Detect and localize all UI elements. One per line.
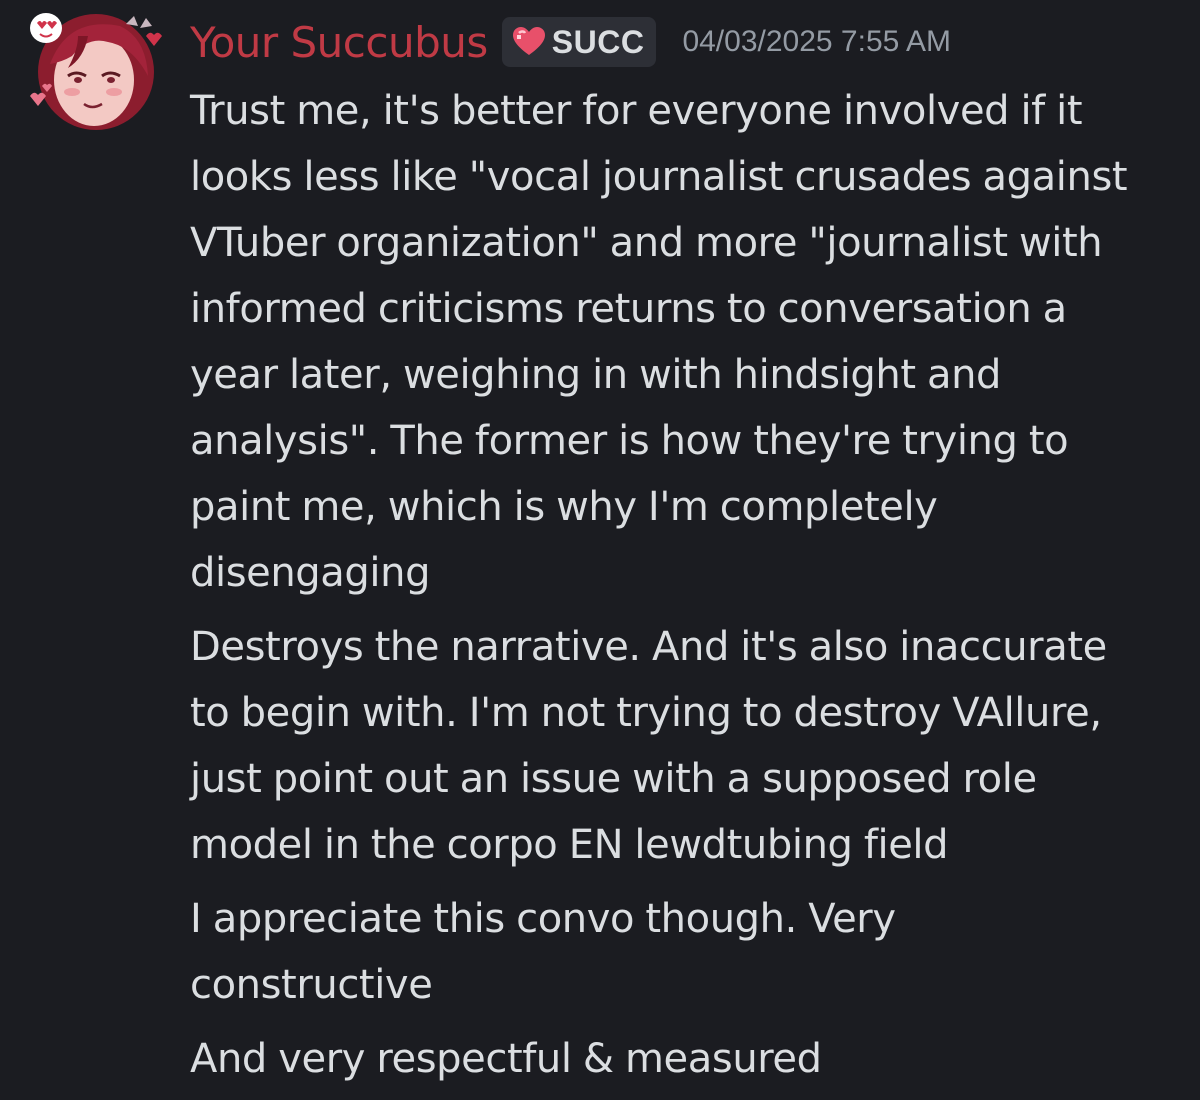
author-name[interactable]: Your Succubus (190, 18, 488, 67)
message-header: Your Succubus SUCC 04/03/2025 7:55 AM (190, 10, 951, 74)
message-line: year later, weighing in with hindsight a… (190, 352, 1002, 398)
heart-icon (512, 27, 545, 55)
message-text: Destroys the narrative. And it's also in… (190, 614, 1180, 878)
message-text: Trust me, it's better for everyone invol… (190, 78, 1180, 606)
message-line: model in the corpo EN lewdtubing field (190, 822, 949, 868)
timestamp[interactable]: 04/03/2025 7:55 AM (682, 25, 951, 59)
avatar[interactable] (28, 6, 162, 132)
message-line: disengaging (190, 550, 431, 596)
avatar-icon (30, 13, 162, 130)
server-tag[interactable]: SUCC (501, 17, 657, 67)
message-line: informed criticisms returns to conversat… (190, 286, 1067, 332)
message-text: I appreciate this convo though. Very con… (190, 886, 1180, 1018)
message-line: paint me, which is why I'm completely (190, 484, 938, 530)
message-line: Trust me, it's better for everyone invol… (190, 88, 1083, 134)
message-line: constructive (190, 962, 433, 1008)
message-line: And very respectful & measured (190, 1036, 822, 1082)
message-line: I appreciate this convo though. Very (190, 896, 896, 942)
message-content: Trust me, it's better for everyone invol… (190, 78, 1180, 1100)
message-line: just point out an issue with a supposed … (190, 756, 1037, 802)
message-text: And very respectful & measured (190, 1026, 1180, 1092)
server-tag-label: SUCC (551, 23, 645, 60)
message-line: to begin with. I'm not trying to destroy… (190, 690, 1102, 736)
message-line: Destroys the narrative. And it's also in… (190, 624, 1107, 670)
message-line: analysis". The former is how they're try… (190, 418, 1069, 464)
message-line: VTuber organization" and more "journalis… (190, 220, 1103, 266)
message-line: looks less like "vocal journalist crusad… (190, 154, 1128, 200)
chat-message: Your Succubus SUCC 04/03/2025 7:55 AM Tr… (0, 0, 1200, 1100)
